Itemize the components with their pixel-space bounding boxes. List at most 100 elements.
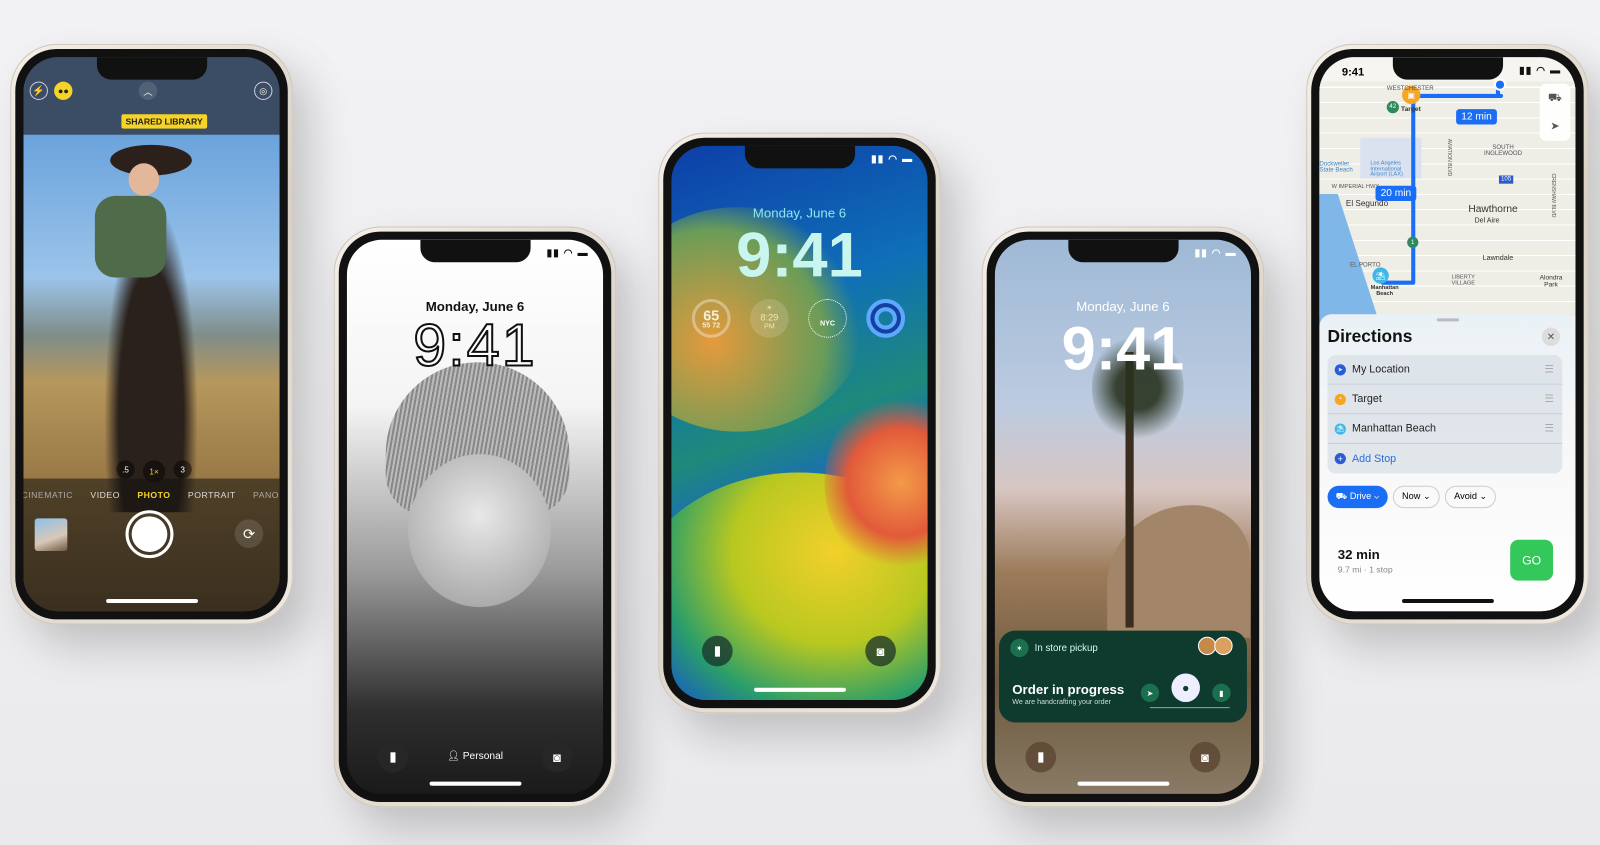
activity-rings-widget[interactable]: [866, 298, 906, 338]
lock-time: 9:41: [736, 220, 863, 291]
map-label: SOUTH INGLEWOOD: [1483, 144, 1523, 158]
highway-shield-1: 1: [1407, 236, 1419, 248]
stop-my-location[interactable]: ➤ My Location ☰: [1327, 355, 1563, 385]
map-label: EL PORTO: [1349, 262, 1381, 269]
car-icon[interactable]: ⛟: [1540, 84, 1571, 113]
weather-low: 55: [702, 321, 711, 330]
map-label: Target: [1401, 106, 1421, 114]
highway-shield-42: 42: [1386, 101, 1399, 114]
phone-camera: ⚡ ●● ︿ ◎ SHARED LIBRARY .5 1× 3 CINEMATI…: [10, 43, 293, 625]
mode-portrait[interactable]: PORTRAIT: [188, 490, 236, 500]
world-clock-widget[interactable]: NYC: [808, 298, 847, 338]
camera-icon[interactable]: ◙: [541, 741, 573, 773]
lockscreen-desert: ▮▮ ◠ ▬ Monday, June 6 9:41 ✶ In store pi…: [994, 239, 1252, 794]
shared-library-icon[interactable]: ●●: [54, 81, 73, 100]
flash-icon[interactable]: ⚡: [29, 81, 48, 100]
order-item-icon: [1214, 636, 1233, 656]
mode-photo[interactable]: PHOTO: [137, 490, 170, 500]
car-icon: ⛟: [1335, 490, 1350, 502]
map-label: Los Angeles International Airport (LAX): [1370, 160, 1403, 178]
location-arrow-icon[interactable]: ➤: [1540, 112, 1571, 141]
camera-icon[interactable]: ◙: [1189, 741, 1221, 773]
thumbnail[interactable]: [34, 518, 68, 552]
stops-list: ➤ My Location ☰ ▪ Target ☰ ⛱ Manhattan Beach ☰…: [1327, 355, 1563, 474]
lock-time: 9:41: [1061, 314, 1185, 383]
lockscreen-bw: ▮▮ ◠ ▬ Monday, June 6 9:41 ▮ 👤︎ Personal…: [346, 239, 604, 794]
map-label: El Segundo: [1345, 198, 1389, 209]
sheet-title: Directions: [1327, 326, 1413, 346]
route-detail: 9.7 mi · 1 stop: [1337, 564, 1393, 575]
live-activity-title: Order in progress: [1012, 681, 1125, 697]
go-button[interactable]: GO: [1510, 539, 1554, 581]
mode-cinematic[interactable]: CINEMATIC: [23, 490, 73, 500]
chevron-up-icon[interactable]: ︿: [138, 81, 158, 100]
lockscreen-wallpaper: ▮▮ ◠ ▬ Monday, June 6 9:41 65 55 72 ☀ 8:…: [671, 145, 928, 700]
map-label: Alondra Park: [1539, 274, 1563, 289]
sunset-ampm: PM: [764, 323, 775, 331]
stop-label: My Location: [1352, 363, 1410, 376]
map-label: LIBERTY VILLAGE: [1451, 274, 1475, 287]
zoom-3x[interactable]: 3: [173, 460, 192, 479]
stop-manhattan-beach[interactable]: ⛱ Manhattan Beach ☰: [1327, 414, 1563, 444]
portrait-face: [408, 454, 552, 608]
live-photo-icon[interactable]: ◎: [254, 81, 273, 100]
reorder-handle-icon[interactable]: ☰: [1544, 363, 1554, 375]
stop-label: Target: [1352, 392, 1382, 406]
live-activity-header: In store pickup: [1034, 642, 1098, 655]
route-badge-12min[interactable]: 12 min: [1456, 109, 1497, 125]
phone-lockscreen-live-activity: ▮▮ ◠ ▬ Monday, June 6 9:41 ✶ In store pi…: [981, 226, 1265, 808]
lock-date: Monday, June 6: [752, 205, 847, 221]
map-label: WESTCHESTER: [1386, 85, 1434, 92]
flip-camera-icon[interactable]: ⟳: [234, 519, 264, 548]
flashlight-icon[interactable]: ▮: [702, 635, 733, 667]
map-label: W IMPERIAL HWY: [1331, 183, 1380, 190]
mode-pano[interactable]: PANO: [253, 490, 279, 500]
lock-time: 9:41: [412, 311, 537, 379]
cup-icon: ▮: [1212, 683, 1231, 703]
plus-icon: +: [1334, 453, 1346, 465]
reorder-handle-icon[interactable]: ☰: [1544, 393, 1554, 405]
camera-screen: ⚡ ●● ︿ ◎ SHARED LIBRARY .5 1× 3 CINEMATI…: [23, 57, 280, 612]
starbucks-logo: ✶: [1010, 638, 1029, 658]
phone-maps: 9:41 ▮▮ ◠ ▬ ▣ 12 min 20 min 42 105 1 ⛱ W…: [1306, 43, 1589, 625]
live-activity-subtitle: We are handcrafting your order: [1012, 698, 1111, 707]
zoom-0.5[interactable]: .5: [116, 460, 135, 479]
lock-date: Monday, June 6: [1076, 298, 1170, 315]
camera-icon[interactable]: ◙: [865, 635, 896, 667]
drive-button[interactable]: ⛟ Drive ⌄: [1327, 485, 1388, 509]
sunset-widget[interactable]: ☀ 8:29 PM: [749, 298, 789, 338]
stop-label: Manhattan Beach: [1352, 422, 1437, 435]
weather-widget[interactable]: 65 55 72: [691, 298, 731, 338]
focus-label: Personal: [462, 751, 504, 763]
stop-target[interactable]: ▪ Target ☰: [1327, 385, 1563, 415]
mode-picker: CINEMATIC VIDEO PHOTO PORTRAIT PANO: [23, 490, 279, 500]
ocean: [1319, 193, 1381, 327]
map-label: Hawthorne: [1468, 204, 1518, 216]
stage: ⚡ ●● ︿ ◎ SHARED LIBRARY .5 1× 3 CINEMATI…: [0, 0, 1600, 845]
target-icon: ▪: [1334, 393, 1346, 405]
shutter-button[interactable]: [125, 510, 174, 559]
beach-pin-icon[interactable]: ⛱: [1372, 267, 1389, 284]
maps-screen: 9:41 ▮▮ ◠ ▬ ▣ 12 min 20 min 42 105 1 ⛱ W…: [1319, 57, 1576, 612]
reorder-handle-icon[interactable]: ☰: [1544, 422, 1554, 434]
beach-icon: ⛱: [1334, 422, 1346, 435]
route-time: 32 min: [1337, 546, 1380, 563]
status-time: 9:41: [1341, 66, 1365, 79]
location-arrow-icon: ➤: [1334, 363, 1346, 375]
mode-video[interactable]: VIDEO: [90, 490, 120, 500]
sheet-grabber[interactable]: [1436, 318, 1459, 322]
avoid-button[interactable]: Avoid ⌄: [1444, 485, 1497, 509]
flashlight-icon[interactable]: ▮: [1025, 741, 1057, 773]
close-icon[interactable]: ✕: [1541, 327, 1561, 346]
map-view[interactable]: ▣ 12 min 20 min 42 105 1 ⛱ WESTCHESTER T…: [1319, 78, 1576, 327]
add-stop-button[interactable]: + Add Stop: [1328, 444, 1563, 474]
phone-lockscreen-widgets: ▮▮ ◠ ▬ Monday, June 6 9:41 65 55 72 ☀ 8:…: [658, 132, 941, 714]
sunset-time: 8:29: [760, 312, 779, 323]
current-location-dot: [1493, 78, 1507, 91]
live-activity-card[interactable]: ✶ In store pickup Order in progress We a…: [998, 630, 1247, 723]
map-label: AVIATION BLVD: [1445, 138, 1453, 177]
shared-library-badge[interactable]: SHARED LIBRARY: [121, 114, 207, 129]
phone-lockscreen-portrait: ▮▮ ◠ ▬ Monday, June 6 9:41 ▮ 👤︎ Personal…: [333, 226, 617, 808]
now-button[interactable]: Now ⌄: [1392, 485, 1440, 509]
map-label: CRENSHAW BLVD: [1549, 173, 1557, 218]
